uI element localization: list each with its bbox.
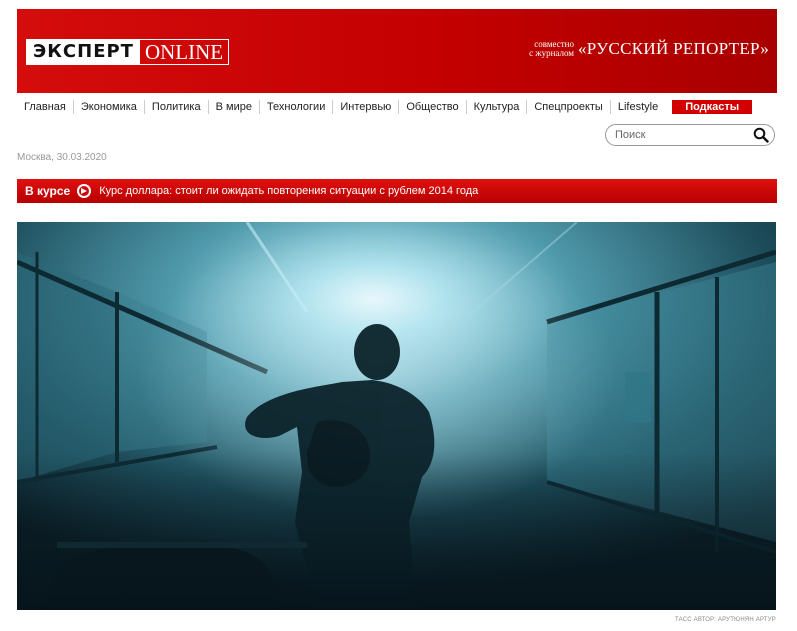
arrow-right-circle-icon[interactable]	[77, 184, 92, 198]
nav-item-interview[interactable]: Интервью	[333, 100, 400, 114]
logo-main-text: ЭКСПЕРТ	[27, 40, 140, 64]
nav-item-main[interactable]: Главная	[17, 100, 74, 114]
search-icon[interactable]	[753, 127, 769, 143]
nav-item-technology[interactable]: Технологии	[260, 100, 334, 114]
article-date: Москва, 30.03.2020	[17, 152, 107, 163]
partner-caption: совместно с журналом	[529, 40, 574, 58]
news-ticker: В курсе Курс доллара: стоит ли ожидать п…	[17, 179, 777, 203]
nav-item-podcasts[interactable]: Подкасты	[672, 100, 753, 114]
partner-caption-line2: с журналом	[529, 48, 574, 58]
search-box[interactable]: Поиск	[605, 124, 775, 146]
nav-item-economy[interactable]: Экономика	[74, 100, 145, 114]
logo-online-text: ONLINE	[144, 40, 224, 64]
ticker-label: В курсе	[25, 184, 71, 198]
article-hero-image	[17, 222, 776, 610]
nav-item-society[interactable]: Общество	[399, 100, 467, 114]
site-header: ЭКСПЕРТ ONLINE совместно с журналом «РУС…	[17, 9, 777, 93]
nav-item-lifestyle[interactable]: Lifestyle	[611, 100, 665, 114]
nav-item-world[interactable]: В мире	[209, 100, 260, 114]
main-nav: Главная Экономика Политика В мире Технол…	[17, 100, 753, 114]
nav-item-politics[interactable]: Политика	[145, 100, 209, 114]
partner-name: «РУССКИЙ РЕПОРТЕР»	[578, 39, 769, 58]
site-logo[interactable]: ЭКСПЕРТ ONLINE	[26, 39, 230, 65]
photo-credit: ТАСС АВТОР: АРУТЮНЯН АРТУР	[674, 617, 776, 623]
search-input[interactable]: Поиск	[615, 129, 645, 141]
ticker-headline-link[interactable]: Курс доллара: стоит ли ожидать повторени…	[99, 185, 478, 197]
nav-item-culture[interactable]: Культура	[467, 100, 528, 114]
nav-item-special-projects[interactable]: Спецпроекты	[527, 100, 611, 114]
partner-link[interactable]: совместно с журналом «РУССКИЙ РЕПОРТЕР»	[529, 39, 769, 59]
